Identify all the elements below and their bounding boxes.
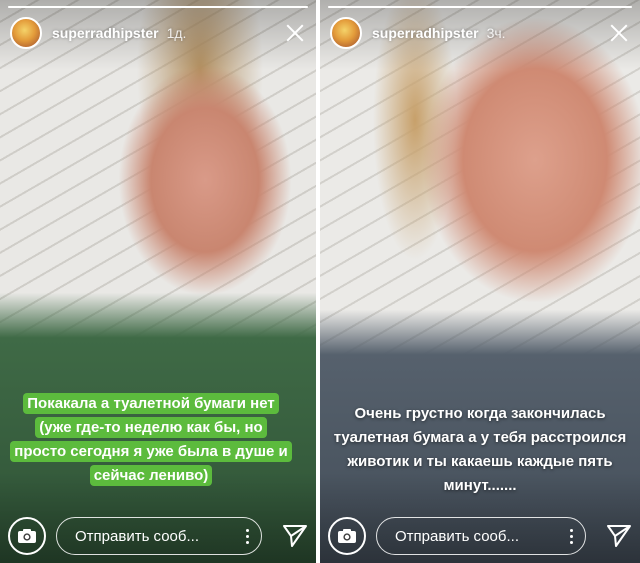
story-caption-text: Покакала а туалетной бумаги нет (уже где… bbox=[10, 393, 292, 486]
reply-input[interactable]: Отправить сооб... bbox=[376, 517, 586, 555]
reply-placeholder: Отправить сооб... bbox=[75, 527, 199, 545]
story-progress-bar bbox=[328, 6, 632, 8]
story-panel-right[interactable]: superradhipster 3ч. Очень грустно когда … bbox=[320, 0, 640, 563]
camera-icon[interactable] bbox=[328, 517, 366, 555]
camera-glyph bbox=[338, 529, 356, 543]
story-progress-fill bbox=[8, 6, 308, 8]
story-progress-fill bbox=[328, 6, 632, 8]
story-header: superradhipster 3ч. bbox=[330, 15, 630, 51]
story-panel-left[interactable]: superradhipster 1д. Покакала а туалетной… bbox=[0, 0, 316, 563]
send-icon[interactable] bbox=[282, 523, 308, 549]
story-reply-bar: Отправить сооб... bbox=[320, 516, 640, 556]
story-header: superradhipster 1д. bbox=[10, 15, 306, 51]
username[interactable]: superradhipster bbox=[52, 25, 159, 41]
story-caption: Покакала а туалетной бумаги нет (уже где… bbox=[10, 392, 292, 488]
story-time: 1д. bbox=[166, 25, 187, 41]
story-time: 3ч. bbox=[486, 25, 506, 41]
reply-input[interactable]: Отправить сооб... bbox=[56, 517, 262, 555]
avatar[interactable] bbox=[330, 17, 362, 49]
send-icon[interactable] bbox=[606, 523, 632, 549]
close-icon[interactable] bbox=[284, 22, 306, 44]
reply-placeholder: Отправить сооб... bbox=[395, 527, 519, 545]
story-caption: Очень грустно когда закончилась туалетна… bbox=[330, 402, 630, 498]
story-caption-text: Очень грустно когда закончилась туалетна… bbox=[333, 405, 627, 494]
more-options-icon[interactable] bbox=[246, 528, 249, 544]
camera-icon[interactable] bbox=[8, 517, 46, 555]
camera-glyph bbox=[18, 529, 36, 543]
avatar[interactable] bbox=[10, 17, 42, 49]
more-options-icon[interactable] bbox=[570, 528, 573, 544]
story-progress-bar bbox=[8, 6, 308, 8]
story-reply-bar: Отправить сооб... bbox=[0, 516, 316, 556]
username[interactable]: superradhipster bbox=[372, 25, 479, 41]
close-icon[interactable] bbox=[608, 22, 630, 44]
